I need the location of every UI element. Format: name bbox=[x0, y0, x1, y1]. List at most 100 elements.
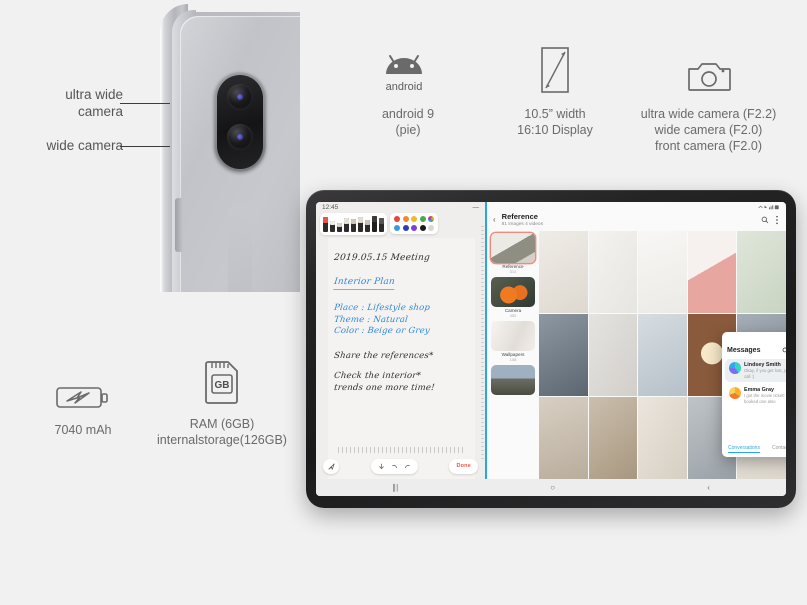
back-icon[interactable]: ‹ bbox=[493, 215, 496, 224]
tablet-screen: 12:45 — 2019.05.15 Meeting Interior Plan… bbox=[316, 202, 786, 496]
messages-floating-window[interactable]: ⌵ ▣ ⛶ ✕ Messages bbox=[722, 332, 786, 457]
spec-line-1: RAM (6GB) bbox=[189, 417, 255, 431]
memory-card-icon: GB bbox=[148, 346, 296, 406]
color-swatch[interactable] bbox=[419, 216, 426, 222]
note-detail-line: Place : Lifestyle shop bbox=[333, 303, 431, 314]
pen-tool-8[interactable] bbox=[372, 216, 377, 232]
gallery-photo[interactable] bbox=[638, 396, 687, 479]
note-detail-line: Color : Beige or Grey bbox=[333, 326, 431, 337]
spec-camera: ultra wide camera (F2.2) wide camera (F2… bbox=[626, 36, 791, 154]
color-swatch[interactable] bbox=[419, 224, 426, 231]
gallery-status-bar bbox=[487, 202, 786, 212]
gallery-photo[interactable] bbox=[539, 313, 588, 396]
conversation-item[interactable]: Lindsey Smith Okay, if you get lost, jus… bbox=[725, 359, 786, 383]
avatar bbox=[729, 387, 741, 400]
gallery-photo[interactable] bbox=[638, 230, 687, 313]
gallery-photo[interactable] bbox=[588, 313, 638, 396]
callout-leader-line-2 bbox=[120, 146, 170, 147]
eraser-icon bbox=[378, 463, 384, 469]
gallery-photo[interactable] bbox=[638, 313, 687, 396]
search-icon[interactable] bbox=[761, 216, 769, 224]
pen-tool-2[interactable] bbox=[330, 221, 335, 232]
gallery-folder[interactable]: Reference 314 bbox=[491, 232, 535, 274]
spec-battery: 7040 mAh bbox=[22, 352, 144, 438]
gallery-photo[interactable] bbox=[588, 230, 638, 313]
callout-ultra-wide-camera: ultra wide camera bbox=[8, 86, 123, 120]
more-options-icon[interactable] bbox=[775, 215, 779, 225]
window-controls[interactable]: ⌵ ▣ ⛶ ✕ bbox=[722, 332, 786, 343]
gallery-folder-sidebar[interactable]: Reference 314 Camera 452 Wallpapers 108 bbox=[487, 231, 539, 479]
color-swatch[interactable] bbox=[394, 224, 400, 231]
edit-tools-group[interactable] bbox=[370, 458, 418, 474]
color-swatch[interactable] bbox=[411, 224, 417, 231]
android-navigation-bar[interactable]: ∥| ○ ‹ bbox=[316, 479, 786, 496]
gallery-photo[interactable] bbox=[539, 230, 588, 313]
back-icon[interactable]: ‹ bbox=[707, 483, 710, 492]
pen-tool-5[interactable] bbox=[351, 219, 356, 232]
spec-display: 10.5” width 16:10 Display bbox=[480, 36, 630, 138]
note-canvas[interactable]: 2019.05.15 Meeting Interior Plan Place :… bbox=[328, 238, 475, 479]
pen-tool-1[interactable] bbox=[323, 217, 328, 232]
ruler-strip bbox=[338, 447, 465, 453]
avatar bbox=[729, 362, 741, 374]
gallery-folder[interactable]: Camera 452 bbox=[491, 276, 535, 318]
spec-line-2: wide camera (F2.0) bbox=[654, 123, 763, 137]
messages-tabs[interactable]: Conversations Contacts bbox=[722, 442, 786, 457]
display-icon bbox=[480, 36, 630, 96]
callout-label: ultra wide camera bbox=[65, 87, 123, 119]
camera-icon bbox=[626, 36, 791, 96]
gallery-photo[interactable] bbox=[588, 396, 638, 479]
color-swatch[interactable] bbox=[394, 216, 400, 222]
conversation-item[interactable]: Emma Gray I got the movie ticket! I alre… bbox=[725, 384, 786, 407]
gallery-folder[interactable] bbox=[491, 364, 535, 395]
color-swatch[interactable] bbox=[402, 224, 409, 231]
folder-count: 108 bbox=[509, 356, 517, 362]
notes-app-pane[interactable]: 12:45 — 2019.05.15 Meeting Interior Plan… bbox=[316, 202, 487, 479]
redo-icon bbox=[404, 464, 410, 468]
note-subtitle: Interior Plan bbox=[333, 276, 396, 291]
note-title: 2019.05.15 Meeting bbox=[333, 253, 431, 263]
tab-conversations[interactable]: Conversations bbox=[728, 445, 760, 453]
color-swatch[interactable] bbox=[402, 216, 409, 222]
pen-tool-6[interactable] bbox=[358, 217, 363, 232]
gallery-photo[interactable] bbox=[687, 230, 737, 313]
color-swatch[interactable] bbox=[428, 224, 434, 231]
gallery-header: ‹ Reference 81 images 4 videos bbox=[487, 212, 786, 231]
undo-icon bbox=[391, 464, 397, 468]
note-body-line: Check the interior* bbox=[333, 371, 422, 382]
gallery-app-pane[interactable]: ‹ Reference 81 images 4 videos Reference… bbox=[487, 202, 786, 479]
callout-wide-camera: wide camera bbox=[8, 137, 123, 154]
color-palette[interactable] bbox=[390, 213, 438, 234]
pen-tool-3[interactable] bbox=[337, 223, 342, 232]
note-body-line: Share the references* bbox=[333, 350, 434, 361]
note-body-line: trends one more time! bbox=[333, 382, 436, 393]
gallery-folder[interactable]: Wallpapers 108 bbox=[491, 320, 535, 362]
folder-count: 452 bbox=[509, 312, 517, 318]
tab-contacts[interactable]: Contacts bbox=[772, 445, 786, 453]
home-icon[interactable]: ○ bbox=[550, 483, 555, 492]
pen-tool-7[interactable] bbox=[365, 220, 370, 232]
search-icon[interactable] bbox=[782, 347, 786, 354]
battery-icon bbox=[22, 352, 144, 412]
pen-toolbar[interactable] bbox=[320, 213, 481, 235]
pen-tool-9[interactable] bbox=[379, 218, 384, 232]
gallery-photo[interactable] bbox=[737, 230, 786, 313]
svg-text:android: android bbox=[386, 81, 423, 93]
color-swatch[interactable] bbox=[411, 216, 417, 222]
spec-line-2: internalstorage(126GB) bbox=[157, 433, 287, 447]
messages-header: Messages bbox=[722, 343, 786, 358]
messages-app-title: Messages bbox=[727, 347, 761, 354]
conversation-list-pane[interactable]: Messages Lindsey Smith Okay, if you get … bbox=[722, 343, 786, 457]
recents-icon[interactable]: ∥| bbox=[392, 483, 398, 492]
share-button[interactable] bbox=[323, 458, 339, 474]
notes-scroll-indicator[interactable] bbox=[481, 226, 484, 459]
spec-line-1: 7040 mAh bbox=[54, 423, 112, 437]
done-button[interactable]: Done bbox=[449, 458, 478, 474]
color-wheel-swatch[interactable] bbox=[428, 216, 434, 222]
pen-tool-4[interactable] bbox=[344, 218, 349, 232]
side-button bbox=[175, 198, 183, 252]
ultra-wide-lens bbox=[227, 84, 253, 110]
message-preview: Okay, if you get lost, just give me a ca… bbox=[744, 368, 786, 379]
pen-tray[interactable] bbox=[320, 213, 387, 235]
gallery-photo[interactable] bbox=[539, 396, 588, 479]
